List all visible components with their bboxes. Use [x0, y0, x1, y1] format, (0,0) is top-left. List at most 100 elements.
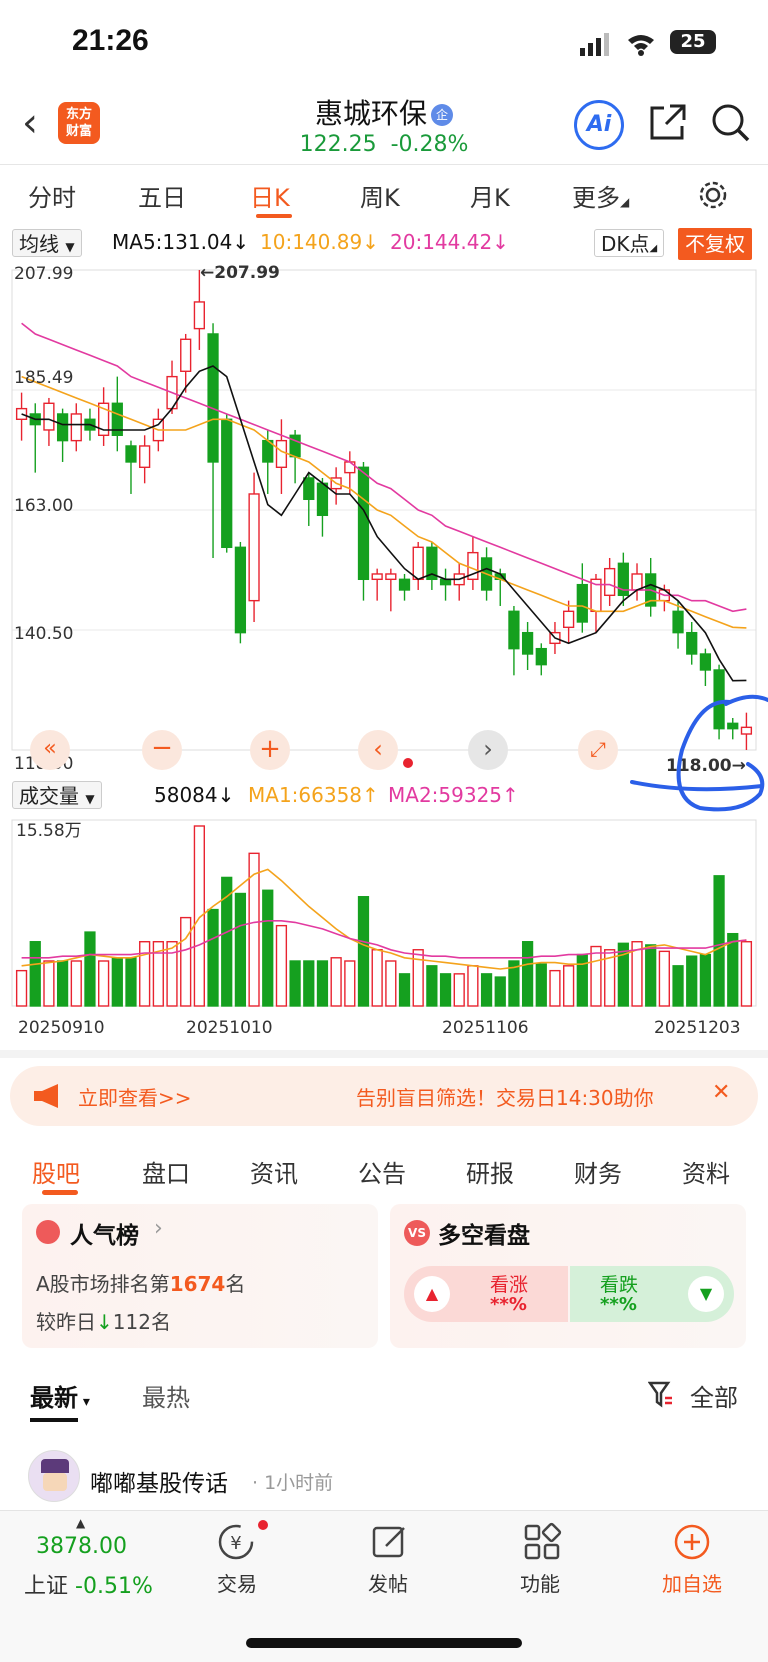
scroll-left-button[interactable]: ‹: [358, 730, 398, 770]
add-watchlist-icon[interactable]: [672, 1522, 712, 1562]
tab-news[interactable]: 资讯: [250, 1154, 298, 1189]
nav-functions[interactable]: 功能: [490, 1568, 590, 1597]
volume-chart[interactable]: [0, 812, 768, 1008]
popularity-card[interactable]: 人气榜 › A股市场排名第1674名 较昨日↓112名: [22, 1204, 378, 1348]
sort-latest[interactable]: 最新 ▾: [30, 1378, 90, 1413]
candle-down: [316, 482, 329, 517]
volume-bar-down: [125, 957, 137, 1007]
tab-daily-k[interactable]: 日K: [250, 178, 290, 213]
tab-forum[interactable]: 股吧: [32, 1154, 80, 1189]
banner-link[interactable]: 立即查看>>: [78, 1082, 192, 1111]
volume-bar-up: [166, 941, 178, 1007]
banner-text: 告别盲目筛选！交易日14:30助你: [356, 1086, 654, 1110]
volume-frame: [11, 819, 757, 1007]
bearish-button[interactable]: 看跌 **% ▼: [570, 1266, 734, 1322]
filter-icon[interactable]: [648, 1380, 674, 1408]
indicator-select[interactable]: 均线 ▼: [12, 229, 82, 257]
volume-bar-up: [590, 945, 602, 1007]
status-bar: 21:26 25: [0, 0, 768, 88]
trade-badge: [258, 1520, 268, 1530]
nav-post[interactable]: 发帖: [338, 1568, 438, 1597]
index-quote[interactable]: 上证 -0.51%: [24, 1568, 153, 1600]
home-indicator: [246, 1638, 522, 1648]
ma20-label: 20:144.42↓: [390, 230, 509, 254]
settings-gear-icon[interactable]: [696, 178, 730, 212]
up-arrow-icon: ▲: [414, 1276, 450, 1312]
post-edit-icon[interactable]: [370, 1522, 410, 1562]
nav-add-watchlist[interactable]: 加自选: [642, 1568, 742, 1597]
candle-up: [385, 573, 397, 581]
volume-bar-up: [344, 960, 356, 1007]
candle-down: [699, 653, 712, 671]
volume-bar-up: [15, 969, 28, 1007]
bullish-button[interactable]: ▲ 看涨 **%: [404, 1266, 568, 1322]
volume-bar-down: [357, 896, 370, 1007]
scroll-right-button[interactable]: ›: [468, 730, 508, 770]
tab-five-day[interactable]: 五日: [138, 178, 186, 213]
sort-hottest[interactable]: 最热: [142, 1378, 190, 1413]
candle-down: [56, 413, 69, 442]
bull-bear-title: 多空看盘: [438, 1223, 530, 1249]
divider: [0, 1050, 768, 1058]
candle-down: [221, 418, 233, 549]
price-axis-3: 163.00: [14, 496, 74, 516]
tab-announcements[interactable]: 公告: [358, 1154, 406, 1189]
ai-button[interactable]: Ai: [574, 100, 624, 150]
battery-indicator: 25: [670, 30, 716, 54]
tab-research[interactable]: 研报: [466, 1154, 514, 1189]
candle-down: [439, 578, 452, 586]
volume-indicator-select[interactable]: 成交量 ▼: [12, 781, 102, 809]
avatar[interactable]: [28, 1450, 80, 1502]
volume-bar-up: [70, 960, 82, 1007]
tab-orderbook[interactable]: 盘口: [142, 1154, 190, 1189]
fullscreen-button[interactable]: ⤢: [578, 730, 618, 770]
zoom-out-button[interactable]: −: [142, 730, 182, 770]
ma10-label: 10:140.89↓: [260, 230, 379, 254]
volume-bar-down: [303, 960, 315, 1007]
dk-point-select[interactable]: DK点◢: [594, 229, 665, 257]
candle-up: [604, 567, 616, 597]
notification-dot: [403, 758, 413, 768]
search-icon[interactable]: [710, 102, 752, 144]
volume-bar-down: [494, 976, 506, 1007]
nav-trade[interactable]: 交易: [187, 1568, 287, 1597]
tab-intraday[interactable]: 分时: [28, 178, 76, 213]
tab-monthly-k[interactable]: 月K: [470, 178, 510, 213]
grid-apps-icon[interactable]: [522, 1522, 562, 1562]
candle-up: [344, 461, 356, 474]
trade-icon[interactable]: ¥: [216, 1522, 256, 1562]
filter-all[interactable]: 全部: [690, 1378, 738, 1413]
close-banner-icon[interactable]: ✕: [712, 1080, 730, 1105]
volume-bar-up: [412, 949, 424, 1007]
high-price-mark: ←207.99: [200, 263, 280, 283]
tab-weekly-k[interactable]: 周K: [360, 178, 400, 213]
candle-down: [686, 631, 698, 655]
date-label-1: 20250910: [18, 1018, 105, 1038]
stock-price: 122.25: [299, 132, 377, 157]
volume-bar-down: [234, 892, 247, 1007]
candle-up: [193, 301, 205, 330]
post-author[interactable]: 嘟嘟基股传话: [90, 1464, 228, 1498]
candle-up: [180, 338, 192, 372]
chevron-right-icon: ›: [154, 1216, 163, 1241]
candle-down: [672, 610, 684, 634]
volume-bar-down: [576, 953, 588, 1007]
share-icon[interactable]: [648, 102, 688, 142]
volume-bar-up: [43, 960, 55, 1007]
tab-finance[interactable]: 财务: [574, 1154, 622, 1189]
volume-bar-down: [699, 953, 712, 1007]
candle-down: [207, 333, 219, 463]
index-value[interactable]: 3878.00: [36, 1534, 127, 1559]
promo-banner[interactable]: 立即查看>> 告别盲目筛选！交易日14:30助你 ✕: [10, 1066, 758, 1126]
volume-bar-up: [139, 941, 151, 1007]
zoom-in-button[interactable]: +: [250, 730, 290, 770]
adjust-select[interactable]: 不复权: [678, 228, 752, 260]
volume-bar-up: [193, 825, 205, 1007]
tab-profile[interactable]: 资料: [682, 1154, 730, 1189]
down-arrow-icon: ▼: [688, 1276, 724, 1312]
volume-bar-down: [535, 963, 547, 1007]
candle-up: [563, 610, 575, 629]
candle-up: [412, 546, 424, 581]
rewind-button[interactable]: «: [30, 730, 70, 770]
tab-more[interactable]: 更多◢: [572, 178, 629, 213]
